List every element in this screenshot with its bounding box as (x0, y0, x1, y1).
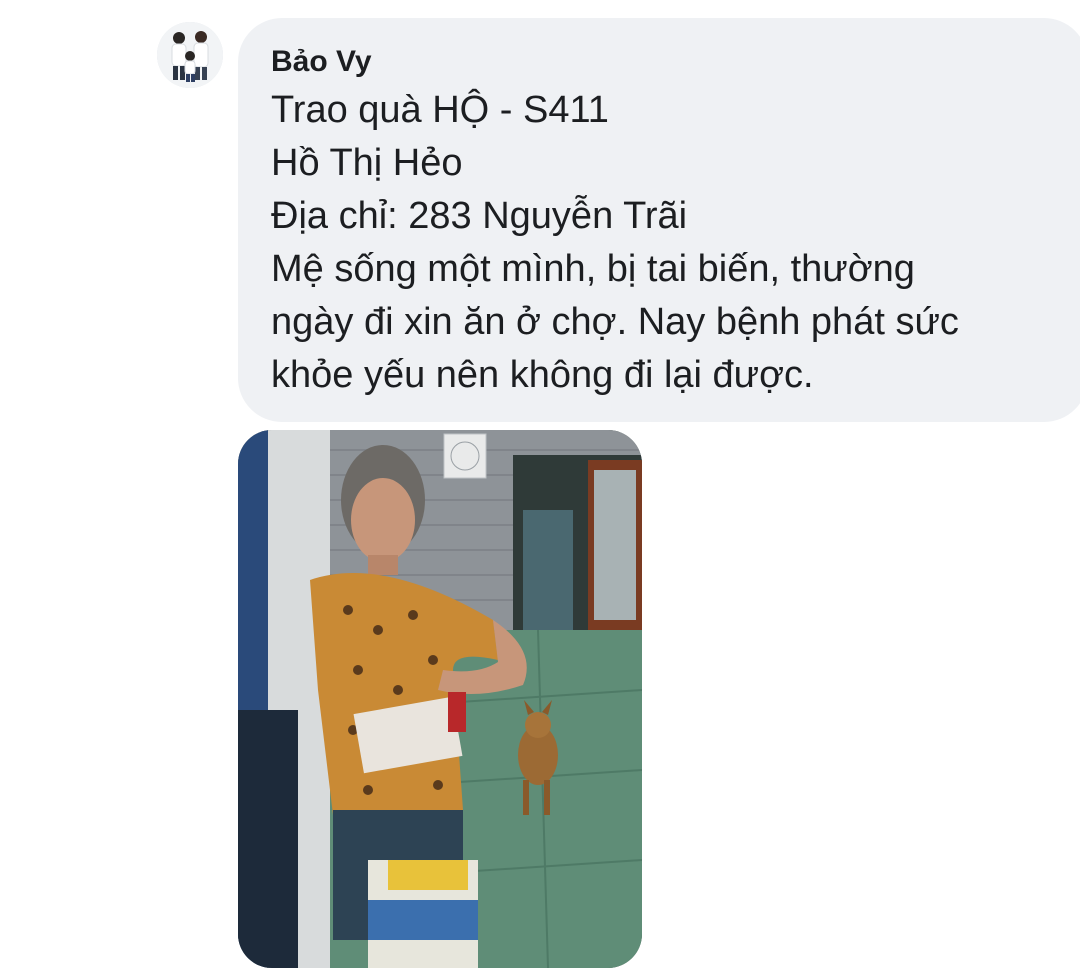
message-bubble[interactable]: Bảo Vy Trao quà HỘ - S411 Hồ Thị Hẻo Địa… (238, 18, 1080, 422)
photo-image (238, 430, 642, 968)
sender-name: Bảo Vy (271, 45, 372, 78)
message-line: khỏe yếu nên không đi lại được. (271, 354, 814, 396)
message-line: ngày đi xin ăn ở chợ. Nay bệnh phát sức (271, 301, 959, 343)
sender-avatar[interactable] (157, 22, 223, 88)
message-line: Địa chỉ: 283 Nguyễn Trãi (271, 195, 688, 237)
message-line: Hồ Thị Hẻo (271, 142, 463, 184)
chat-thread: Bảo Vy Trao quà HỘ - S411 Hồ Thị Hẻo Địa… (0, 0, 1080, 978)
avatar-photo-icon (157, 22, 223, 88)
message-line: Trao quà HỘ - S411 (271, 89, 609, 131)
message-line: Mệ sống một mình, bị tai biến, thường (271, 248, 915, 290)
photo-attachment[interactable] (238, 430, 642, 968)
